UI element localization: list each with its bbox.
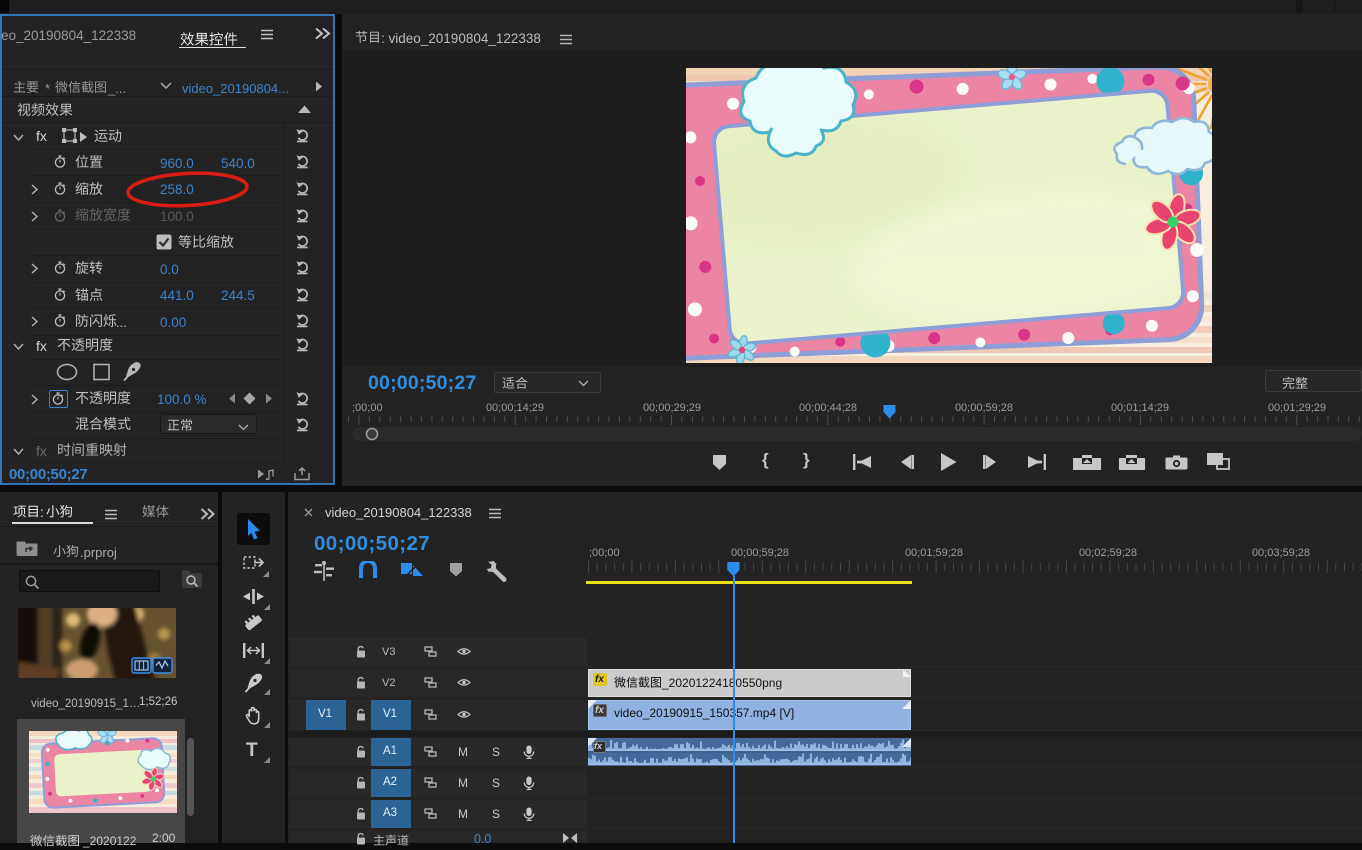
svg-text:00;01;29;29: 00;01;29;29 <box>1268 402 1326 414</box>
svg-text:00;01;14;29: 00;01;14;29 <box>1111 402 1169 414</box>
svg-text:00;00;59;28: 00;00;59;28 <box>955 402 1013 414</box>
svg-text:00;00;29;29: 00;00;29;29 <box>643 402 701 414</box>
svg-text:;00;00: ;00;00 <box>589 547 620 559</box>
svg-text:00;00;44;28: 00;00;44;28 <box>799 402 857 414</box>
svg-text:00;02;59;28: 00;02;59;28 <box>1079 547 1137 559</box>
svg-text:;00;00: ;00;00 <box>352 402 383 414</box>
svg-text:00;01;59;28: 00;01;59;28 <box>905 547 963 559</box>
svg-text:00;00;59;28: 00;00;59;28 <box>731 547 789 559</box>
svg-text:00;03;59;28: 00;03;59;28 <box>1252 547 1310 559</box>
svg-text:00;00;14;29: 00;00;14;29 <box>486 402 544 414</box>
